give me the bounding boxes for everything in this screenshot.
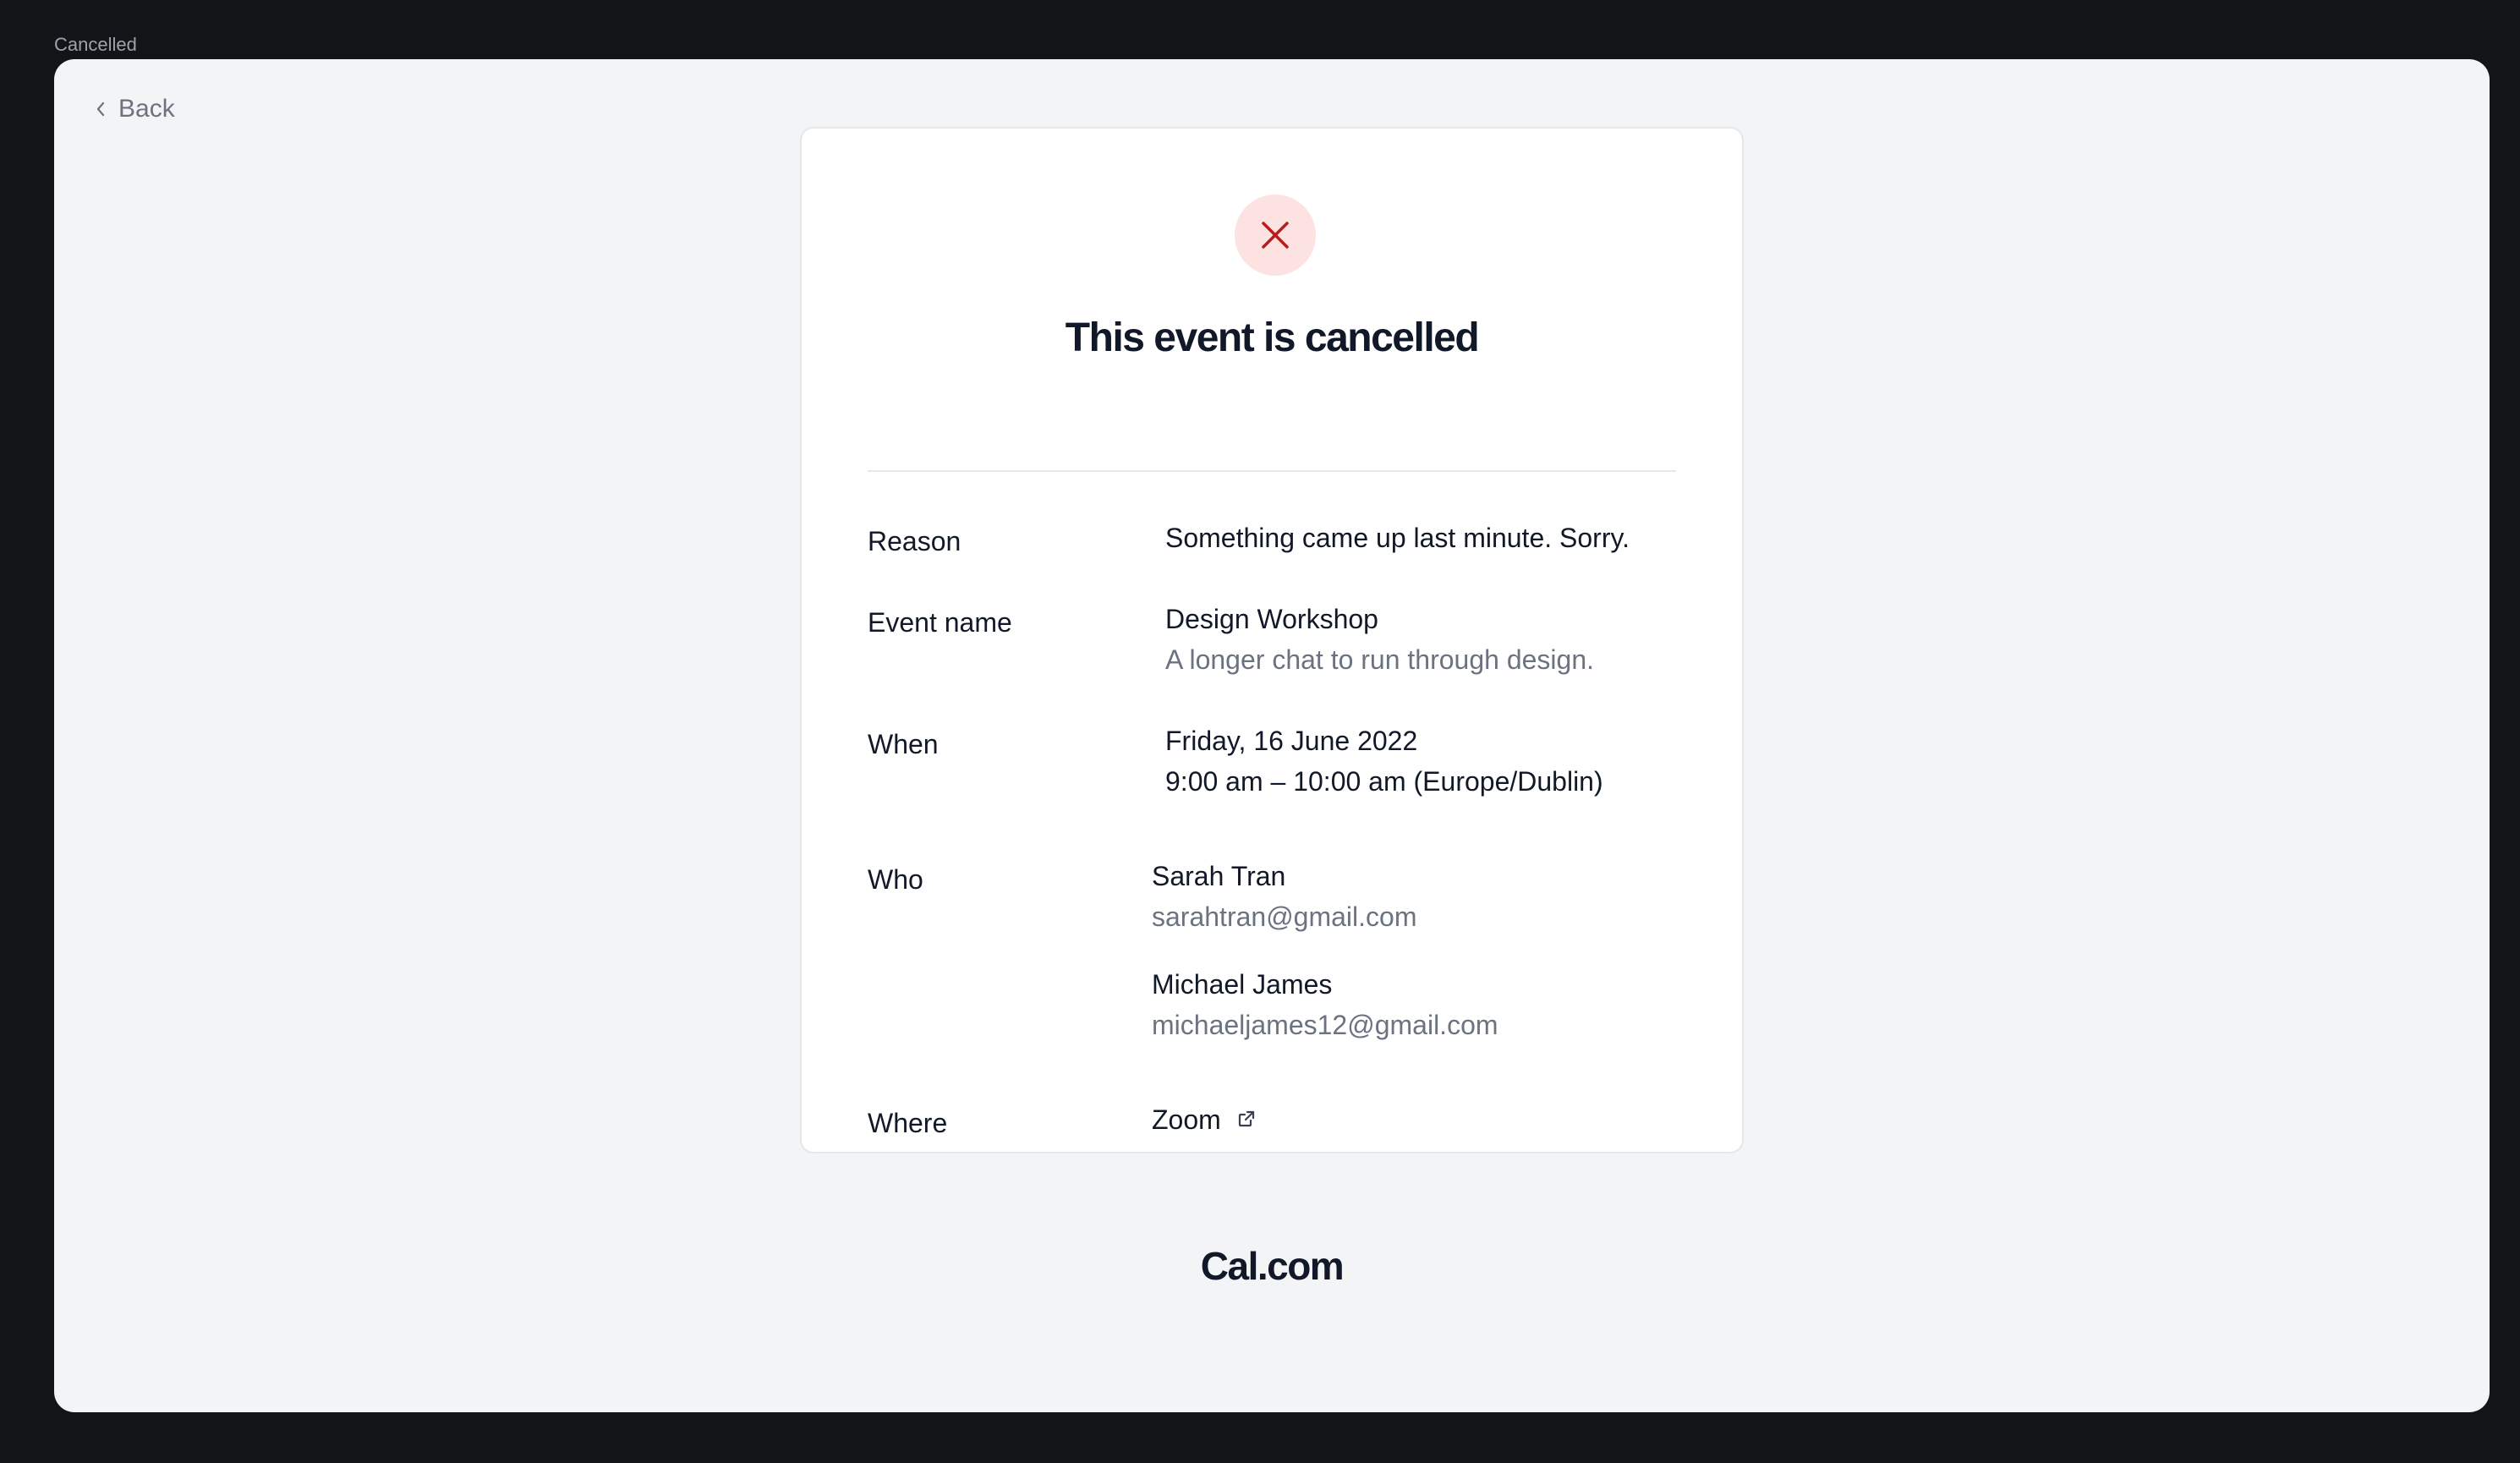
- attendee-name: Michael James: [1152, 969, 1333, 1000]
- event-time: 9:00 am – 10:00 am (Europe/Dublin): [1165, 766, 1603, 797]
- when-value: Friday, 16 June 2022 9:00 am – 10:00 am …: [1165, 721, 1603, 802]
- reason-label: Reason: [868, 526, 961, 556]
- event-name-value: Design Workshop A longer chat to run thr…: [1165, 599, 1594, 680]
- reason-value: Something came up last minute. Sorry.: [1165, 523, 1630, 553]
- attendee-item: Sarah Tran sarahtran@gmail.com: [1152, 856, 1416, 937]
- location-value[interactable]: Zoom: [1152, 1099, 1221, 1140]
- booking-cancelled-page: Back This event is cancelled Reason Some…: [54, 59, 2490, 1412]
- close-x-icon: [1235, 195, 1316, 276]
- event-title: Design Workshop: [1165, 604, 1378, 634]
- where-label: Where: [868, 1108, 948, 1138]
- attendee-email: sarahtran@gmail.com: [1152, 901, 1417, 932]
- cal-com-logo: Cal.com: [1200, 1244, 1345, 1288]
- location-link[interactable]: Zoom: [1152, 1099, 1257, 1140]
- back-button[interactable]: Back: [95, 95, 175, 123]
- event-date: Friday, 16 June 2022: [1165, 726, 1418, 756]
- window-label: Cancelled: [54, 34, 137, 55]
- event-name-label: Event name: [868, 607, 1012, 638]
- cancellation-card: This event is cancelled Reason Something…: [800, 127, 1744, 1153]
- event-description: A longer chat to run through design.: [1165, 644, 1595, 675]
- back-label: Back: [118, 95, 175, 123]
- attendee-email: michaeljames12@gmail.com: [1152, 1010, 1498, 1040]
- when-label: When: [868, 729, 939, 759]
- chevron-left-icon: [95, 101, 107, 118]
- page-title: This event is cancelled: [1065, 315, 1480, 360]
- divider: [868, 470, 1676, 472]
- attendee-name: Sarah Tran: [1152, 861, 1286, 891]
- who-label: Who: [868, 864, 923, 895]
- external-link-icon[interactable]: [1236, 1099, 1257, 1140]
- attendee-item: Michael James michaeljames12@gmail.com: [1152, 964, 1498, 1045]
